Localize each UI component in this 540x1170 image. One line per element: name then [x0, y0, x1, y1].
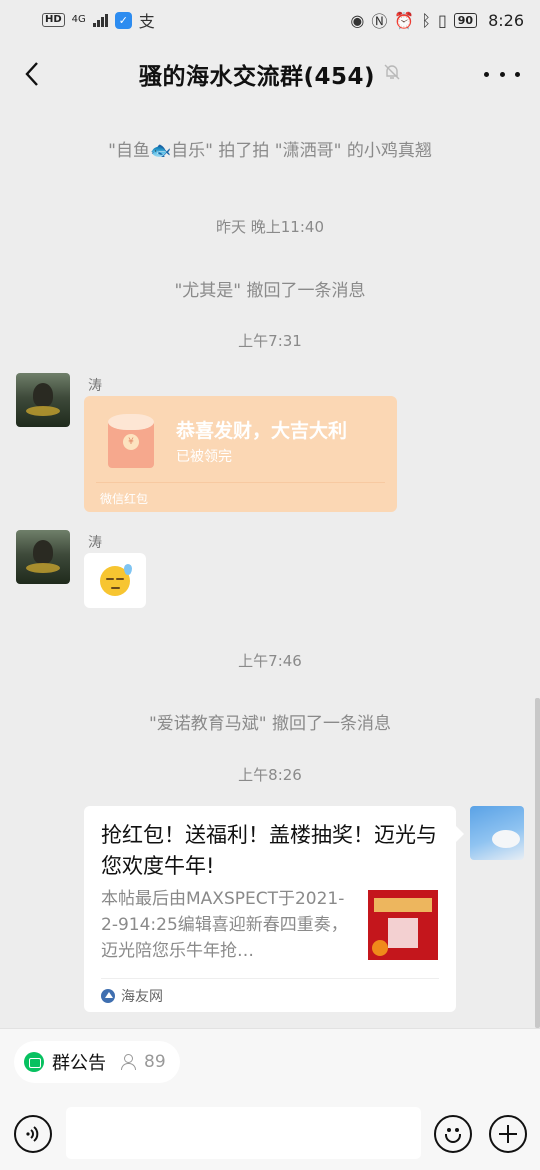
link-card-title: 抢红包！送福利！盖楼抽奖！迈光与您欢度牛年!	[101, 823, 437, 878]
notice-icon	[24, 1052, 44, 1072]
link-card-message[interactable]: 抢红包！送福利！盖楼抽奖！迈光与您欢度牛年! 本帖最后由MAXSPECT于202…	[84, 806, 464, 1012]
status-right: ◉ Ⓝ ⏰ ᛒ ▯ 90 8:26	[350, 8, 524, 32]
alipay-icon: 支	[138, 12, 155, 31]
source-name: 海友网	[121, 989, 163, 1005]
message-input[interactable]	[66, 1107, 421, 1159]
sender-name: 涛	[88, 535, 102, 551]
sender-name: 涛	[88, 378, 102, 394]
group-notice-label: 群公告	[52, 1053, 106, 1074]
timestamp: 昨天 晚上11:40	[216, 218, 324, 236]
source-logo-icon	[101, 989, 115, 1003]
bluetooth-icon: ᛒ	[421, 10, 431, 30]
input-area: 群公告 89	[0, 1028, 540, 1170]
chevron-left-icon	[25, 62, 38, 86]
timestamp: 上午7:31	[238, 332, 302, 350]
avatar[interactable]	[16, 373, 70, 427]
recall-notice: "爱诺教育马斌" 撤回了一条消息	[148, 714, 392, 734]
sweat-smile-emoji-icon	[100, 563, 132, 596]
recall-notice: "尤其是" 撤回了一条消息	[174, 281, 366, 301]
chat-title[interactable]: 骚的海水交流群(454)	[139, 57, 375, 91]
divider	[96, 482, 385, 483]
red-packet-status: 已被领完	[176, 449, 232, 465]
red-packet-title: 恭喜发财，大吉大利	[176, 420, 348, 442]
more-options-button[interactable]	[484, 64, 520, 84]
voice-button[interactable]	[14, 1115, 52, 1153]
members-count: 89	[144, 1052, 166, 1072]
bell-off-icon	[383, 63, 401, 85]
red-packet-footer: 微信红包	[100, 492, 149, 506]
alarm-icon: ⏰	[394, 10, 415, 30]
title-wrap: 骚的海水交流群(454)	[139, 57, 401, 91]
vibrate-icon: ▯	[437, 10, 447, 30]
status-bar: HD 4G ✓ 支 ◉ Ⓝ ⏰ ᛒ ▯ 90 8:26	[0, 0, 540, 40]
smiley-icon	[447, 1128, 451, 1132]
divider	[101, 978, 439, 979]
nfc-icon: Ⓝ	[371, 12, 388, 31]
timestamp: 上午8:26	[238, 766, 302, 784]
chat-header: 骚的海水交流群(454)	[0, 40, 540, 108]
group-notice-button[interactable]: 群公告 89	[14, 1041, 180, 1083]
link-card-description: 本帖最后由MAXSPECT于2021-2-914:25编辑喜迎新春四重奏，迈光陪…	[101, 889, 348, 961]
timestamp: 上午7:46	[238, 652, 302, 670]
emoji-message[interactable]	[84, 553, 146, 608]
more-actions-button[interactable]	[489, 1115, 527, 1153]
back-button[interactable]	[14, 56, 50, 92]
avatar[interactable]	[16, 530, 70, 584]
voice-icon	[26, 1126, 39, 1142]
ellipsis-icon	[484, 71, 489, 77]
app-notification-icon: ✓	[114, 11, 132, 29]
link-card-source: 海友网	[101, 986, 163, 1006]
scrollbar[interactable]	[535, 698, 540, 1028]
pat-notice: "自鱼🐟自乐" 拍了拍 "潇洒哥" 的小鸡真翘	[108, 141, 432, 161]
hd-badge: HD	[42, 13, 65, 27]
self-avatar[interactable]	[470, 806, 524, 860]
network-type: 4G	[71, 14, 86, 25]
battery-icon: 90	[453, 12, 478, 28]
signal-icon	[92, 13, 108, 27]
red-packet-icon: ¥	[108, 414, 154, 468]
red-packet-message[interactable]: ¥ 恭喜发财，大吉大利 已被领完 微信红包	[84, 396, 397, 512]
link-card-thumbnail	[368, 890, 438, 960]
status-left: HD 4G ✓ 支	[42, 8, 155, 32]
eye-icon: ◉	[350, 10, 365, 30]
members-icon	[120, 1054, 136, 1070]
clock: 8:26	[488, 10, 524, 30]
emoji-button[interactable]	[434, 1115, 472, 1153]
